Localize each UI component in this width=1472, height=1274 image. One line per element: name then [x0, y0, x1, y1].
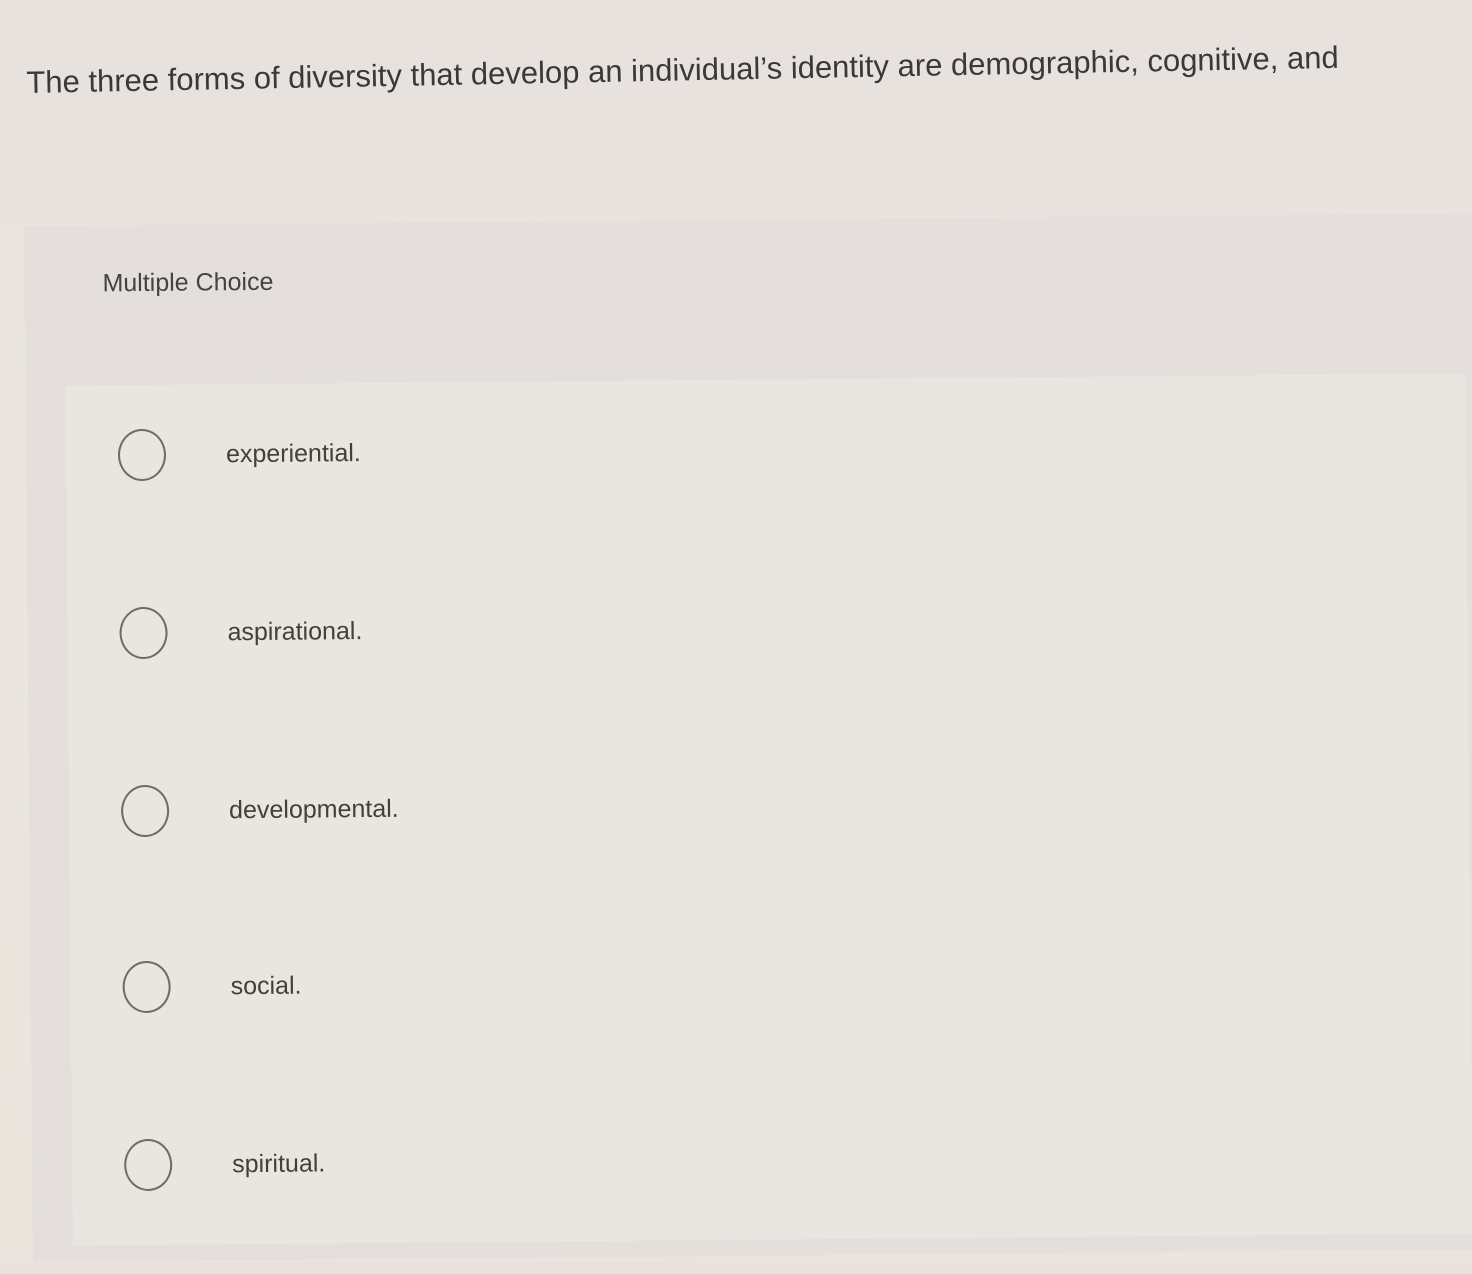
- radio-unselected-icon[interactable]: [123, 1138, 173, 1192]
- choice-developmental[interactable]: developmental.: [69, 729, 1471, 919]
- radio-unselected-icon[interactable]: [120, 784, 170, 838]
- choice-spiritual[interactable]: spiritual.: [72, 1083, 1472, 1273]
- answer-choices: experiential. aspirational. developmenta…: [65, 373, 1472, 1246]
- choice-label: social.: [230, 971, 302, 1001]
- radio-unselected-icon[interactable]: [122, 960, 171, 1014]
- choice-label: experiential.: [225, 439, 361, 469]
- multiple-choice-panel: Multiple Choice experiential. aspiration…: [24, 213, 1472, 1262]
- radio-unselected-icon[interactable]: [117, 428, 167, 482]
- choice-label: spiritual.: [232, 1149, 326, 1179]
- choice-label: developmental.: [228, 794, 399, 825]
- radio-unselected-icon[interactable]: [119, 606, 168, 660]
- choice-aspirational[interactable]: aspirational.: [67, 551, 1469, 741]
- choice-social[interactable]: social.: [70, 905, 1472, 1095]
- choice-label: aspirational.: [227, 617, 363, 647]
- choice-experiential[interactable]: experiential.: [65, 373, 1467, 563]
- question-text: The three forms of diversity that develo…: [26, 39, 1339, 100]
- multiple-choice-label: Multiple Choice: [102, 267, 274, 298]
